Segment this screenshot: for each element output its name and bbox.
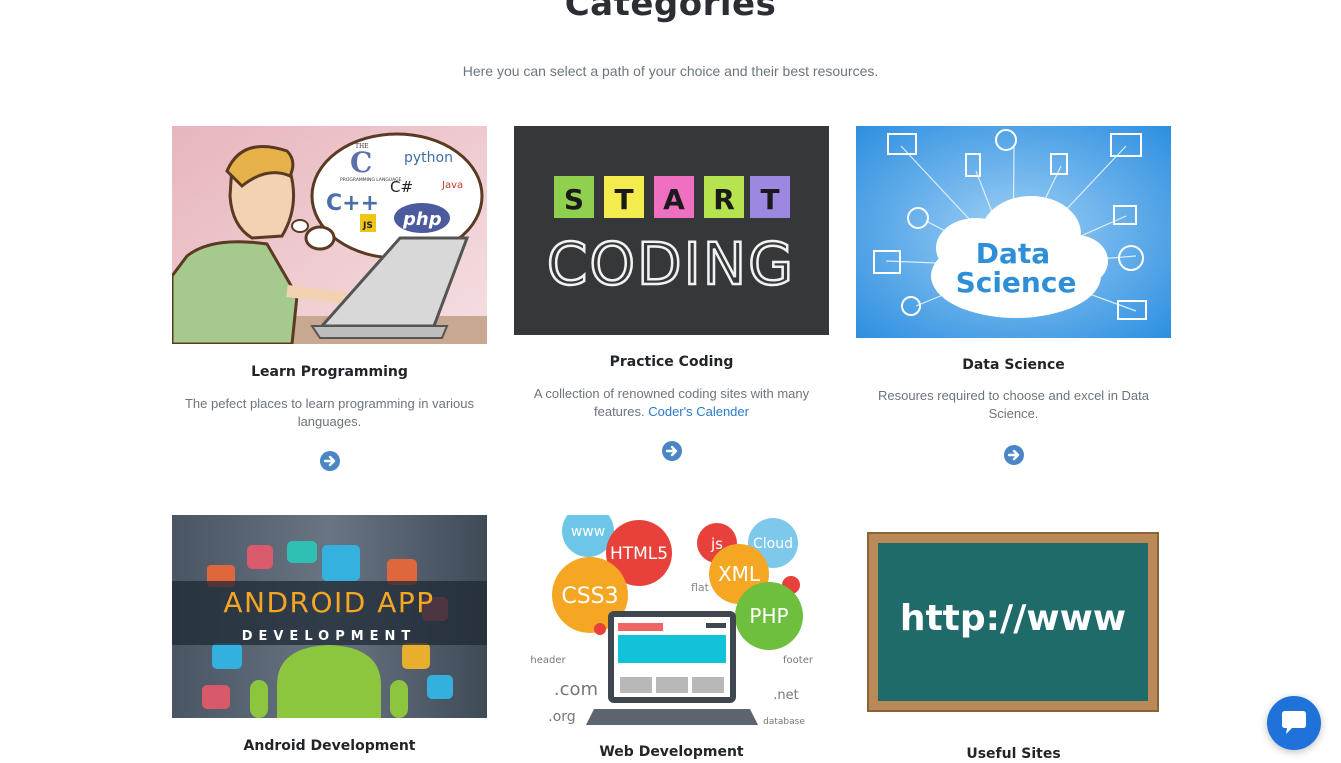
section-title: Categories (564, 0, 777, 24)
card-description: Resoures required to choose and excel in… (878, 388, 1149, 421)
practice-coding-image[interactable]: S T A R T CODING (514, 126, 829, 335)
card-android-development: ANDROID APP DEVELOPMENT Android Developm… (172, 515, 487, 754)
web-bubble-css3: CSS3 (561, 584, 618, 609)
web-bubble-cloud: Cloud (753, 536, 793, 552)
coding-chalk-text: CODING (547, 230, 795, 298)
web-label-footer: footer (783, 655, 814, 666)
data-science-image[interactable]: Data Science (856, 126, 1171, 338)
sticky-t1: T (614, 183, 633, 216)
useful-sites-label: http://www (900, 598, 1126, 639)
lp-label-c: C (350, 146, 372, 179)
lp-label-csharp: C# (390, 178, 413, 196)
card-description: The pefect places to learn programming i… (184, 396, 475, 429)
card-title: Web Development (599, 744, 744, 760)
android-label-subtitle: DEVELOPMENT (242, 629, 417, 644)
arrow-circle-right-icon[interactable] (319, 451, 340, 471)
card-title: Android Development (243, 738, 416, 754)
arrow-circle-right-icon[interactable] (1003, 445, 1024, 465)
useful-sites-image[interactable]: http://www (856, 515, 1171, 727)
android-development-image[interactable]: ANDROID APP DEVELOPMENT (172, 515, 487, 718)
web-bubble-php: PHP (749, 604, 788, 628)
web-label-org: .org (548, 709, 575, 725)
lp-label-js: JS (362, 221, 373, 231)
web-label-header: header (530, 655, 566, 666)
card-title: Data Science (962, 357, 1065, 373)
card-learn-programming: THE C PROGRAMMING LANGUAGE python C# Jav… (172, 126, 487, 476)
card-title: Practice Coding (609, 354, 734, 370)
chat-button[interactable] (1267, 696, 1321, 750)
lp-label-cpp: C++ (326, 191, 379, 216)
ds-label-science: Science (956, 266, 1077, 299)
card-useful-sites: http://www Useful Sites (856, 515, 1171, 762)
android-label-title: ANDROID APP (223, 586, 434, 619)
lp-label-php: php (402, 209, 442, 230)
web-label-flat: flat (691, 581, 710, 594)
card-title: Learn Programming (251, 364, 408, 380)
lp-label-python: python (404, 150, 453, 166)
lp-label-java: Java (441, 180, 463, 191)
arrow-circle-right-icon[interactable] (661, 441, 682, 461)
web-label-database: database (763, 717, 805, 725)
web-bubble-xml: XML (718, 562, 761, 586)
sticky-s: S (564, 183, 584, 216)
web-label-com: .com (554, 679, 598, 700)
web-label-net: .net (773, 688, 798, 703)
learn-programming-image[interactable]: THE C PROGRAMMING LANGUAGE python C# Jav… (172, 126, 487, 344)
sticky-a: A (663, 183, 685, 216)
card-title: Useful Sites (966, 746, 1061, 762)
web-development-image[interactable]: www HTML5 js Cloud CSS3 flat XML PHP hea… (514, 515, 829, 725)
sticky-t2: T (760, 183, 779, 216)
coders-calender-link[interactable]: Coder's Calender (648, 404, 749, 419)
card-data-science: Data Science Data Science Resoures requi… (856, 126, 1171, 470)
web-bubble-html5: HTML5 (610, 544, 668, 564)
card-practice-coding: S T A R T CODING Practice Coding A colle… (514, 126, 829, 466)
web-bubble-www: www (571, 524, 605, 540)
sticky-r: R (713, 183, 735, 216)
section-subtitle: Here you can select a path of your choic… (462, 63, 879, 79)
chat-icon (1282, 711, 1306, 734)
card-description: A collection of renowned coding sites wi… (514, 385, 829, 421)
card-web-development: www HTML5 js Cloud CSS3 flat XML PHP hea… (514, 515, 829, 760)
